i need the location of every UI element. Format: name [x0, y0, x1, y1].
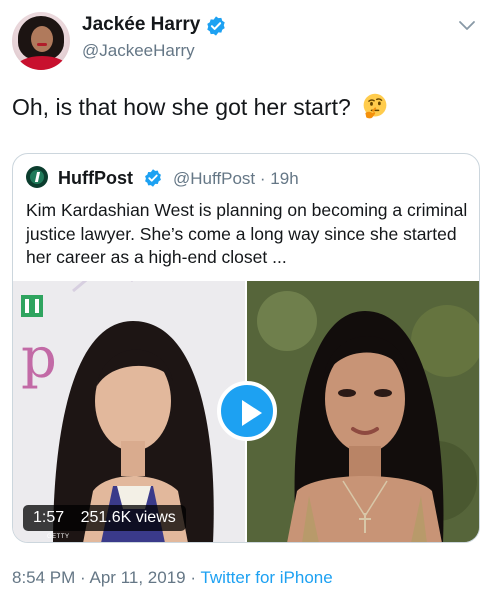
- avatar[interactable]: [12, 12, 70, 70]
- footer-separator-1: ·: [80, 568, 86, 587]
- svg-text:p: p: [21, 326, 57, 391]
- play-icon: [242, 400, 262, 426]
- play-button[interactable]: [217, 381, 277, 441]
- chevron-down-icon[interactable]: [458, 20, 476, 32]
- video-thumbnail-right: [247, 281, 479, 542]
- footer-source-link[interactable]: Twitter for iPhone: [200, 568, 332, 587]
- video-duration: 1:57: [33, 509, 65, 526]
- quoted-verified-badge-icon: [145, 169, 161, 187]
- quoted-author-name: HuffPost: [58, 168, 133, 188]
- avatar-clothing: [16, 56, 68, 70]
- photo-credit: GETTY: [47, 534, 70, 540]
- quoted-tweet-text: Kim Kardashian West is planning on becom…: [26, 200, 468, 267]
- avatar-lips: [37, 43, 47, 46]
- quoted-meta: @HuffPost · 19h: [173, 169, 299, 189]
- author-handle[interactable]: @JackeeHarry: [82, 41, 195, 61]
- author-name[interactable]: Jackée Harry: [82, 14, 200, 36]
- video-stats-badge: 1:57 251.6K views: [23, 505, 186, 531]
- verified-badge-icon: [207, 16, 225, 36]
- quoted-time: 19h: [270, 169, 299, 188]
- video-player[interactable]: p 1:57 251.6K views GETTY: [13, 281, 479, 542]
- footer-date[interactable]: Apr 11, 2019: [90, 568, 186, 587]
- footer-time[interactable]: 8:54 PM: [12, 568, 75, 587]
- quoted-separator: ·: [259, 169, 266, 188]
- video-views: 251.6K views: [80, 509, 176, 526]
- video-thumbnail-left: p: [13, 281, 245, 542]
- footer-separator-2: ·: [190, 568, 197, 587]
- avatar-face: [31, 26, 53, 52]
- tweet-footer: 8:54 PM · Apr 11, 2019 · Twitter for iPh…: [12, 568, 333, 588]
- tweet-text: Oh, is that how she got her start?: [12, 92, 389, 121]
- quoted-handle: @HuffPost: [173, 169, 256, 188]
- thinking-face-icon: [363, 93, 387, 119]
- quoted-tweet-card[interactable]: HuffPost @HuffPost · 19h Kim Kardashian …: [12, 153, 480, 543]
- tweet-text-content: Oh, is that how she got her start?: [12, 94, 351, 120]
- huffpost-logo-icon: [26, 166, 48, 188]
